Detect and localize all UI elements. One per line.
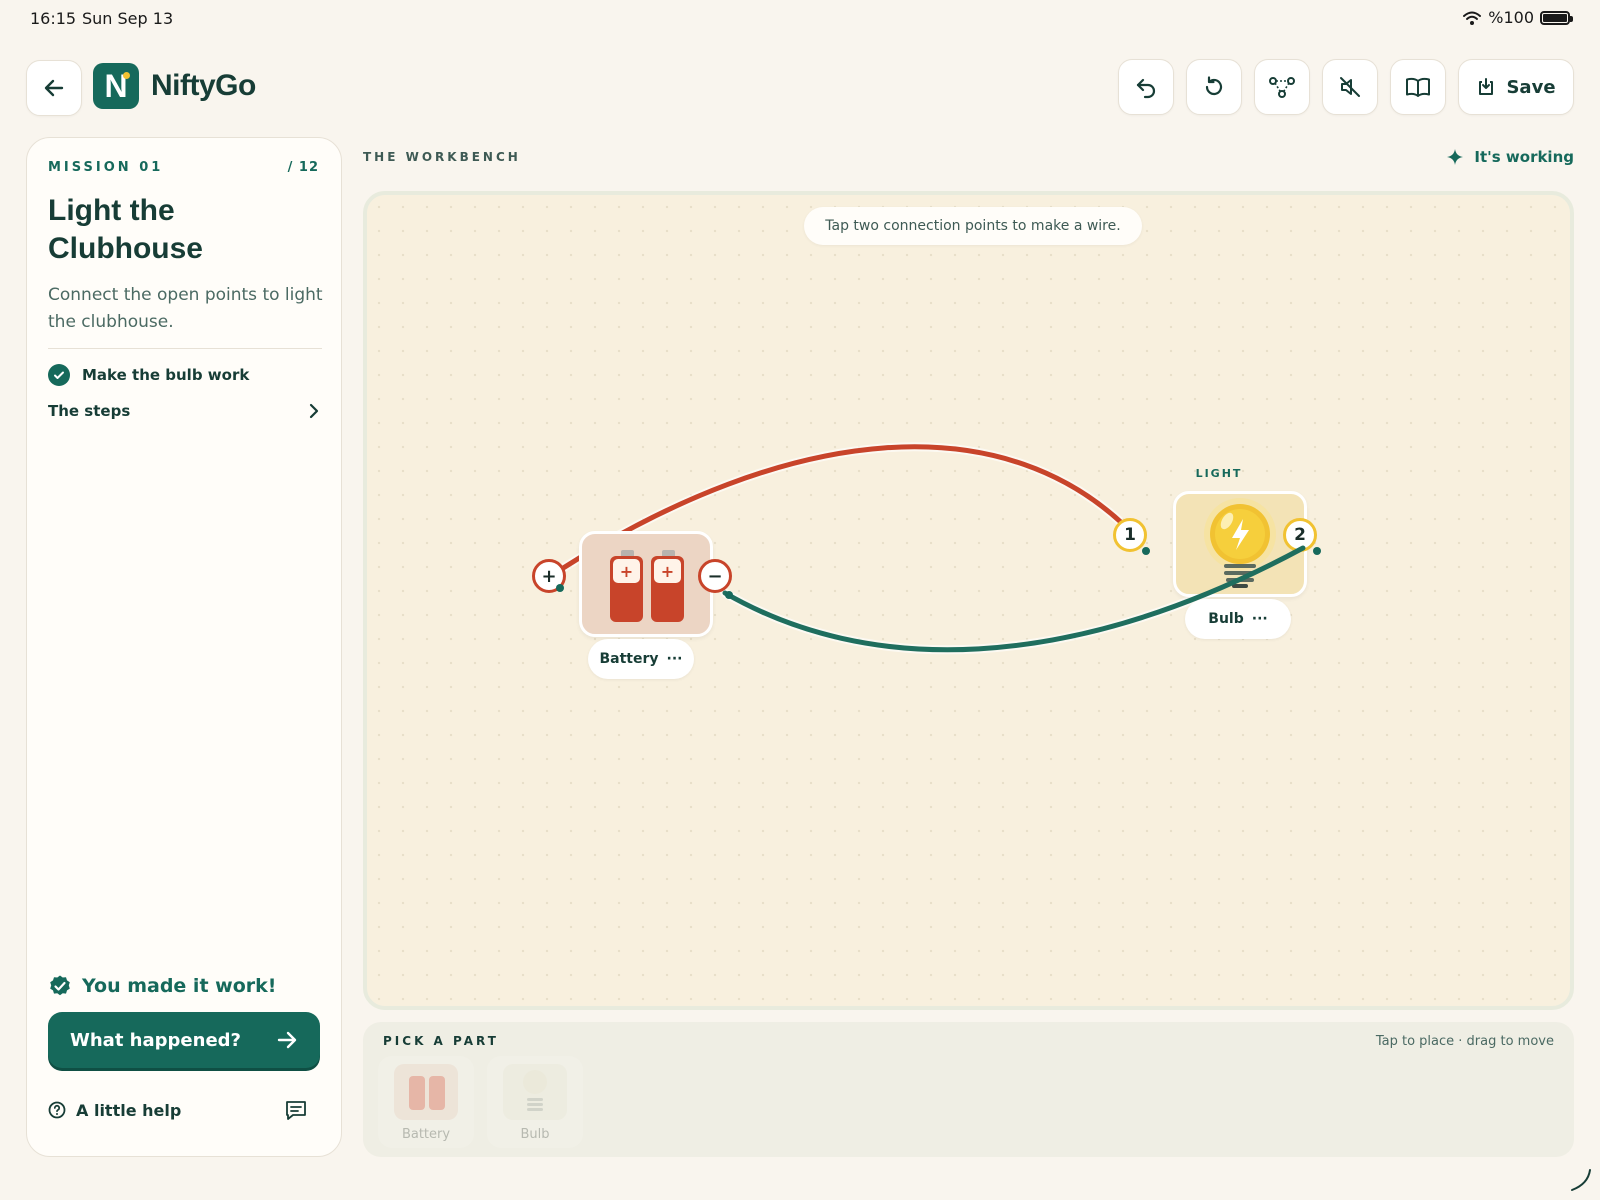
tray-item-label: Battery: [401, 1127, 451, 1142]
bulb-thumb-icon: [503, 1064, 567, 1120]
mission-panel: MISSION 01 / 12 Light the Clubhouse Conn…: [26, 137, 342, 1157]
sound-toggle-button[interactable]: [1322, 59, 1378, 115]
help-circle-icon: [48, 1101, 66, 1119]
book-icon: [1406, 77, 1430, 97]
help-button[interactable]: A little help: [48, 1101, 181, 1120]
chat-icon[interactable]: [284, 1098, 308, 1122]
brand: N NiftyGo: [93, 63, 256, 109]
workbench-label: THE WORKBENCH: [363, 150, 521, 164]
mission-description: Connect the open points to light the clu…: [48, 285, 323, 332]
tray-hint: Tap to place · drag to move: [1375, 1034, 1554, 1049]
save-icon: [1479, 78, 1494, 95]
sound-off-icon: [1340, 77, 1360, 97]
check-icon: [48, 364, 70, 386]
circuit-view-button[interactable]: [1254, 59, 1310, 115]
battery-thumb-icon: [394, 1064, 458, 1120]
restart-button[interactable]: [1186, 59, 1242, 115]
resize-handle-icon[interactable]: [1564, 1164, 1594, 1194]
tray-label: PICK A PART: [383, 1034, 499, 1048]
working-status-text: It's working: [1474, 148, 1574, 166]
tray-item-bulb[interactable]: Bulb: [487, 1056, 583, 1148]
battery-percent: %100: [1488, 8, 1534, 27]
circuit-view-icon: [1269, 77, 1295, 98]
parts-tray: PICK A PART Tap to place · drag to move …: [363, 1022, 1574, 1157]
sparkle-icon: [1447, 149, 1464, 165]
mission-count: / 12: [287, 160, 319, 175]
arrow-left-icon: [44, 79, 64, 97]
save-label: Save: [1506, 76, 1556, 98]
tray-item-label: Bulb: [520, 1127, 550, 1142]
status-bar: 16:15 Sun Sep 13 %100: [0, 0, 1600, 36]
guide-button[interactable]: [1390, 59, 1446, 115]
workbench-canvas[interactable]: Tap two connection points to make a wire…: [363, 191, 1574, 1010]
undo-button[interactable]: [1118, 59, 1174, 115]
what-happened-button[interactable]: What happened?: [48, 1012, 320, 1068]
undo-icon: [1136, 78, 1156, 99]
battery-status-icon: [1540, 10, 1573, 25]
help-label: A little help: [76, 1100, 182, 1120]
steps-toggle[interactable]: The steps: [48, 402, 322, 420]
wires-top-layer: [722, 545, 1306, 653]
save-button[interactable]: Save: [1458, 59, 1574, 115]
app-name: NiftyGo: [151, 69, 256, 102]
verified-badge-icon: [50, 975, 70, 996]
working-status: It's working: [1446, 148, 1574, 166]
negative-wire[interactable]: [722, 545, 1306, 653]
what-happened-label: What happened?: [70, 1029, 241, 1051]
restart-icon: [1205, 76, 1223, 96]
mission-title: Light the Clubhouse: [48, 194, 203, 265]
wifi-icon: [1463, 11, 1482, 25]
tray-item-battery[interactable]: Battery: [378, 1056, 474, 1148]
success-message: You made it work!: [48, 974, 276, 998]
status-indicators: %100: [1462, 8, 1573, 27]
toolbar: Save: [1118, 59, 1574, 115]
goal-item: Make the bulb work: [48, 364, 249, 386]
app-logo: N: [93, 63, 139, 109]
status-date: Sun Sep 13: [82, 9, 174, 28]
success-text: You made it work!: [82, 975, 277, 997]
help-row: A little help: [48, 1098, 308, 1122]
chevron-right-icon: [309, 403, 319, 419]
back-button[interactable]: [26, 60, 82, 116]
mission-label: MISSION 01: [48, 160, 164, 175]
steps-label: The steps: [48, 402, 131, 420]
goal-text: Make the bulb work: [82, 366, 250, 384]
divider: [48, 348, 322, 349]
arrow-right-icon: [277, 1031, 297, 1049]
status-time: 16:15: [30, 9, 77, 28]
